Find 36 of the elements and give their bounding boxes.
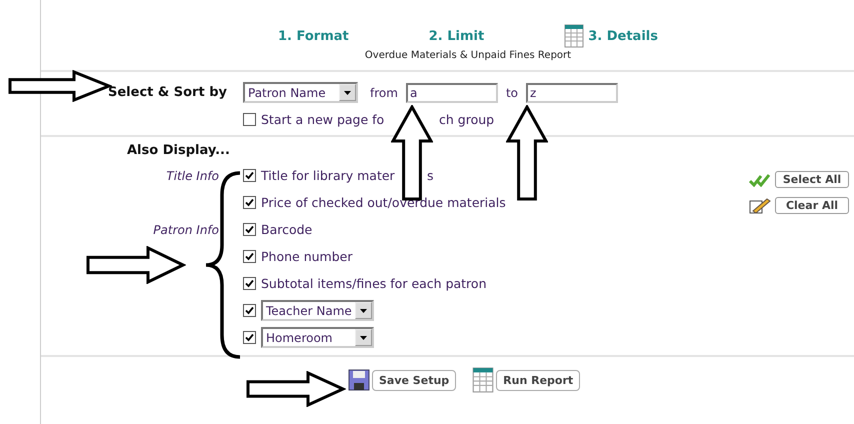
checkbox[interactable] [243,277,256,290]
column-select[interactable]: Teacher Name [261,300,374,321]
sort-label: Select & Sort by [107,85,227,100]
spreadsheet-icon [564,24,584,48]
from-field[interactable]: a [406,82,498,102]
caret-icon [344,90,351,94]
option-label: Subtotal items/fines for each patron [261,276,486,291]
checkbox[interactable] [243,112,256,126]
wizard-step[interactable]: 3. Details [564,26,658,46]
checkbox[interactable] [243,196,256,209]
checkbox[interactable] [243,223,256,236]
checkbox[interactable] [243,250,256,263]
group-label: Title Info [165,168,219,182]
pencil-icon [749,198,771,214]
from-label: from [370,86,398,100]
checkmarks-icon [749,172,771,186]
option-label: Barcode [261,222,312,237]
option-label: Phone number [261,249,352,264]
checkbox[interactable] [243,169,256,182]
caret-icon [360,308,367,312]
wizard-step[interactable]: 1. Format [278,26,349,46]
checkbox[interactable] [243,304,256,317]
to-field[interactable]: z [526,82,618,102]
caret-icon [360,336,367,340]
group-label: Patron Info [152,222,219,236]
to-label: to [506,86,518,100]
option-label: Title for library mater s [261,168,434,183]
spreadsheet-icon [472,367,494,393]
option-label: Start a new page fo ch group [261,112,494,126]
section-heading: Also Display... [126,142,231,160]
column-select[interactable]: Homeroom [261,327,374,348]
sort-select[interactable]: Patron Name [243,82,358,103]
wizard-step[interactable]: 2. Limit [428,26,484,46]
report-title: Overdue Materials & Unpaid Fines Report [364,49,572,63]
option-label: Price of checked out/overdue materials [261,195,506,210]
checkbox[interactable] [243,331,256,344]
